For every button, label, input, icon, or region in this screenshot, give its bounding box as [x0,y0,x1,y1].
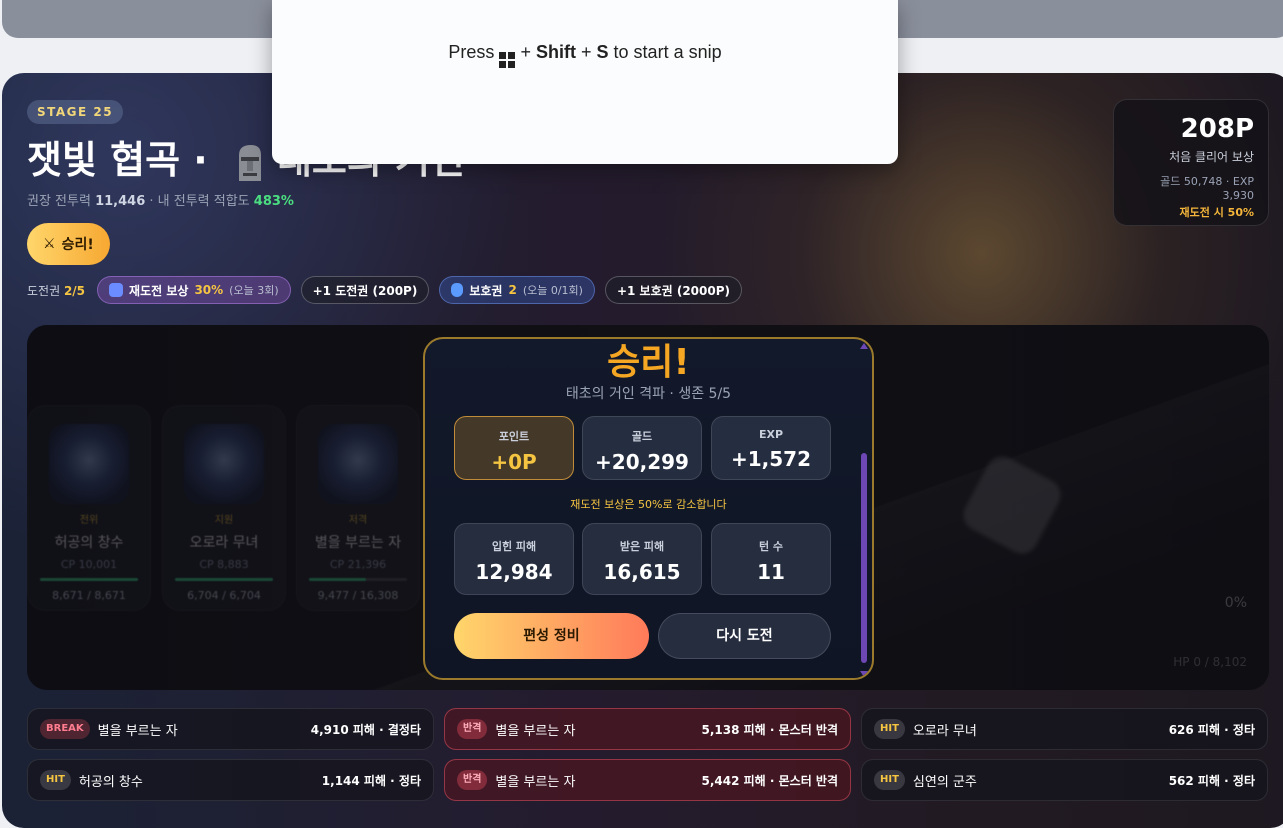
log-tag: HIT [874,770,905,790]
stat-value: +0P [491,450,537,474]
battle-log-entry: BREAK 별을 부르는 자 4,910 피해 · 결정타 [27,708,434,750]
buy-ticket-button[interactable]: +1 도전권 (200P) [300,276,430,304]
recommended-power: 11,446 [95,194,146,209]
stat-value: +1,572 [730,447,812,471]
reward-gold-box: 골드 +20,299 [582,416,702,480]
ticket-count-value: 2/5 [63,283,86,298]
ticket-count: 도전권 2/5 [27,282,85,299]
stat-label: EXP [758,428,784,441]
shield-today: (오늘 0/1회) [522,284,583,297]
snip-instruction: Press + Shift + S to start a snip [272,42,898,68]
retry-reward-pct: 30% [194,283,224,297]
result-title: 승리! [607,342,690,383]
battle-log-entry: 반격 별을 부르는 자 5,442 피해 · 몬스터 반격 [444,759,851,801]
log-name: 오로라 무녀 [912,723,977,739]
victory-badge: ⚔ 승리! [27,223,110,265]
snip-plus: + [520,42,531,62]
log-name: 허공의 창수 [78,774,143,790]
reward-exp-box: EXP +1,572 [711,416,831,480]
stat-label: 포인트 [498,430,530,443]
snip-tool-popup: Press + Shift + S to start a snip [272,0,898,164]
retry-reward-note: 재도전 보상은 50%로 감소합니다 [570,498,727,511]
fit-label: · 내 전투력 적합도 [149,194,250,209]
shield-icon [451,283,464,297]
stat-label: 턴 수 [758,540,784,553]
log-damage: 626 피해 · 정타 [1168,722,1255,737]
shield-count: 2 [508,283,517,297]
damage-dealt-box: 입힌 피해 12,984 [454,523,574,595]
retry-reward-today: (오늘 3회) [229,284,279,297]
reward-retry-note: 재도전 시 50% [1179,206,1254,219]
log-name: 별을 부르는 자 [495,723,576,739]
stage-title-prefix: 잿빛 협곡 · [27,138,221,182]
result-subtitle: 태초의 거인 격파 · 생존 5/5 [565,386,732,402]
reward-points-box: 포인트 +0P [454,416,574,480]
snip-shift-key: Shift [535,42,576,62]
log-damage: 1,144 피해 · 정타 [321,773,421,788]
stage-badge: STAGE 25 [27,100,124,124]
crossed-swords-icon: ⚔ [43,236,56,252]
battle-log-entry: HIT 허공의 창수 1,144 피해 · 정타 [27,759,434,801]
retry-reward-chip: 재도전 보상 30% (오늘 3회) [97,276,291,304]
log-name: 별을 부르는 자 [495,774,576,790]
stage-power-info: 권장 전투력 11,446 · 내 전투력 적합도 483% [27,190,294,209]
victory-label: 승리! [61,237,94,253]
log-damage: 5,138 피해 · 몬스터 반격 [701,722,838,737]
scroll-thumb[interactable] [861,453,867,663]
reward-points: 208P [1180,114,1254,144]
ticket-row: 도전권 2/5 재도전 보상 30% (오늘 3회) +1 도전권 (200P)… [27,276,743,304]
log-tag: 반격 [457,770,488,790]
log-damage: 5,442 피해 · 몬스터 반격 [701,773,838,788]
log-tag: BREAK [40,719,90,739]
scroll-up-arrow-icon[interactable] [860,343,868,349]
log-name: 별을 부르는 자 [97,723,178,739]
retry-icon [109,283,124,297]
stat-label: 받은 피해 [619,540,665,553]
retry-button[interactable]: 다시 도전 [658,613,831,659]
snip-s-key: S [596,42,609,62]
damage-taken-box: 받은 피해 16,615 [582,523,702,595]
first-clear-reward-card: 208P 처음 클리어 보상 골드 50,748 · EXP 3,930 재도전… [1113,99,1269,226]
shield-chip: 보호권 2 (오늘 0/1회) [439,276,595,304]
stat-value: 16,615 [603,560,681,584]
stat-label: 입힌 피해 [491,540,537,553]
windows-key-icon [499,52,516,68]
log-tag: 반격 [457,719,488,739]
snip-plus: + [580,42,592,62]
fit-value: 483% [253,194,294,209]
log-damage: 562 피해 · 정타 [1168,773,1255,788]
stat-label: 골드 [631,430,653,443]
ticket-label: 도전권 [27,283,61,298]
stat-value: +20,299 [595,450,689,474]
stat-value: 11 [757,560,785,584]
shield-label: 보호권 [469,283,503,298]
buy-shield-button[interactable]: +1 보호권 (2000P) [604,276,743,304]
log-tag: HIT [40,770,71,790]
scroll-down-arrow-icon[interactable] [860,671,868,677]
battle-log-entry: HIT 오로라 무녀 626 피해 · 정타 [861,708,1268,750]
reward-detail: 골드 50,748 · EXP 3,930 [1160,175,1254,202]
stat-value: 12,984 [475,560,553,584]
battle-log-entry: HIT 심연의 군주 562 피해 · 정타 [861,759,1268,801]
recommended-label: 권장 전투력 [27,194,91,209]
battle-log-entry: 반격 별을 부르는 자 5,138 피해 · 몬스터 반격 [444,708,851,750]
turn-count-box: 턴 수 11 [711,523,831,595]
edit-formation-button[interactable]: 편성 정비 [454,613,649,659]
battle-result-modal: 승리! 태초의 거인 격파 · 생존 5/5 포인트 +0P 골드 +20,29… [423,337,874,680]
reward-label: 처음 클리어 보상 [1169,150,1254,164]
moai-icon [238,144,261,181]
snip-suffix: to start a snip [613,42,722,62]
snip-press: Press [448,42,495,62]
log-tag: HIT [874,719,905,739]
modal-scrollbar[interactable] [860,343,868,677]
log-name: 심연의 군주 [912,774,977,790]
log-damage: 4,910 피해 · 결정타 [310,722,421,737]
retry-reward-label: 재도전 보상 [129,283,189,298]
